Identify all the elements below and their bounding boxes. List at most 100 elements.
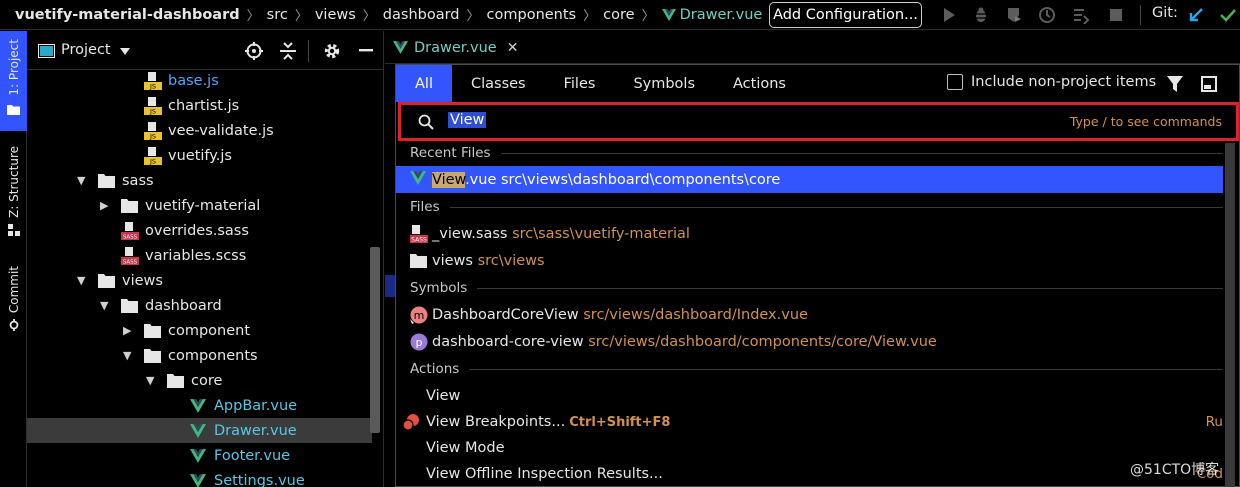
expanded-arrow-icon[interactable]: ▼ (77, 174, 85, 187)
js-file-icon: JS (144, 122, 162, 140)
shortcut-label: Ctrl+Shift+F8 (569, 414, 671, 430)
result-file[interactable]: SASS _view.sass src\sass\vuetify-materia… (396, 220, 1223, 247)
tree-item[interactable]: JS vee-validate.js (27, 118, 372, 143)
result-path: src/views/dashboard/Index.vue (583, 306, 808, 323)
include-non-project-toggle[interactable]: Include non-project items (947, 74, 1156, 90)
project-scrollbar-thumb[interactable] (370, 247, 380, 433)
filter-icon[interactable] (1167, 76, 1183, 93)
collapse-all-icon[interactable] (280, 42, 296, 60)
folder-icon (144, 324, 161, 338)
tree-item[interactable]: ▶ vuetify-material (27, 193, 372, 218)
commit-tool-label: Commit (6, 266, 21, 314)
close-icon[interactable]: ✕ (507, 40, 519, 56)
tab-actions[interactable]: Actions (714, 65, 805, 102)
gear-icon[interactable] (323, 42, 341, 60)
tree-item[interactable]: SASS variables.scss (27, 243, 372, 268)
tree-item[interactable]: ▼ sass (27, 168, 372, 193)
breadcrumb-separator: 〉 (466, 9, 480, 24)
result-action[interactable]: View Offline Inspection Results... Cod (396, 460, 1223, 487)
result-file[interactable]: views src\views (396, 247, 1223, 274)
tree-item[interactable]: ▼ dashboard (27, 293, 372, 318)
structure-tool-label: Z: Structure (6, 146, 21, 218)
search-input[interactable]: View (448, 112, 487, 128)
expanded-arrow-icon[interactable]: ▼ (100, 299, 108, 312)
project-tool-label: 1: Project (6, 39, 21, 96)
section-files: Files (410, 199, 1223, 215)
results-scrollbar[interactable] (1225, 143, 1235, 487)
result-name: dashboard-core-view (432, 333, 584, 350)
structure-tool-tab[interactable]: Z: Structure (0, 146, 27, 246)
breadcrumb-core[interactable]: core (603, 7, 634, 23)
tree-item[interactable]: JS chartist.js (27, 93, 372, 118)
tree-item[interactable]: SASS overrides.sass (27, 218, 372, 243)
result-action[interactable]: View (396, 382, 1223, 409)
tab-symbols[interactable]: Symbols (614, 65, 714, 102)
result-action[interactable]: View Mode (396, 434, 1223, 461)
tab-classes[interactable]: Classes (452, 65, 545, 102)
editor-tab-label: Drawer.vue (414, 39, 497, 56)
minimize-icon[interactable] (359, 49, 373, 53)
search-hint: Type / to see commands (1069, 114, 1222, 129)
breadcrumb-separator: 〉 (362, 9, 376, 24)
tree-item[interactable]: JS vuetify.js (27, 143, 372, 168)
tab-all[interactable]: All (396, 65, 452, 102)
project-panel-title[interactable]: Project (61, 42, 111, 58)
result-action[interactable]: View Breakpoints... Ctrl+Shift+F8 Ru (396, 408, 1223, 435)
breadcrumb-project[interactable]: vuetify-material-dashboard (15, 7, 240, 23)
tree-item[interactable]: Drawer.vue (27, 418, 372, 443)
editor-tab-drawer[interactable]: Drawer.vue ✕ (393, 31, 518, 64)
debug-icon[interactable] (972, 6, 990, 24)
tree-item-label: vuetify-material (145, 197, 261, 214)
result-recent-file[interactable]: View.vue src\views\dashboard\components\… (396, 166, 1223, 193)
breadcrumb-views[interactable]: views (315, 7, 356, 23)
folder-icon (144, 349, 161, 363)
expanded-arrow-icon[interactable]: ▼ (77, 274, 85, 287)
profile-icon[interactable] (1038, 6, 1056, 24)
tree-item[interactable]: ▶ component (27, 318, 372, 343)
tree-item-label: Settings.vue (214, 472, 305, 487)
include-non-project-checkbox[interactable] (947, 74, 963, 90)
tree-item[interactable]: ▼ components (27, 343, 372, 368)
breadcrumb-components[interactable]: components (487, 7, 577, 23)
breadcrumb-src[interactable]: src (267, 7, 288, 23)
build-icon[interactable] (1072, 6, 1090, 24)
locate-icon[interactable] (245, 42, 263, 60)
coverage-icon[interactable] (1005, 6, 1023, 24)
open-in-tool-window-icon[interactable] (1201, 76, 1217, 92)
breadcrumb-file-label: Drawer.vue (679, 6, 763, 23)
tree-item[interactable]: Footer.vue (27, 443, 372, 468)
chevron-down-icon[interactable] (120, 48, 130, 56)
tree-item-label: components (168, 347, 258, 364)
result-symbol[interactable]: m DashboardCoreView src/views/dashboard/… (396, 301, 1223, 328)
include-non-project-label: Include non-project items (971, 74, 1157, 90)
commit-icon (9, 319, 18, 332)
commit-tool-tab[interactable]: Commit (0, 266, 27, 346)
svg-text:SASS: SASS (411, 237, 427, 244)
folder-icon (98, 274, 115, 288)
git-update-icon[interactable] (1187, 6, 1205, 24)
breadcrumb-dashboard[interactable]: dashboard (383, 7, 460, 23)
collapsed-arrow-icon[interactable]: ▶ (100, 199, 108, 212)
result-name: View Mode (426, 439, 505, 456)
tree-item-label: component (168, 322, 251, 339)
tree-item[interactable]: AppBar.vue (27, 393, 372, 418)
breadcrumb-file[interactable]: Drawer.vue (661, 6, 763, 23)
tree-item[interactable]: JS base.js (27, 68, 372, 93)
result-symbol[interactable]: p dashboard-core-view src/views/dashboar… (396, 328, 1223, 355)
tree-item[interactable]: ▼ core (27, 368, 372, 393)
project-tool-tab[interactable]: 1: Project (0, 31, 27, 131)
result-name: View (426, 387, 461, 404)
stop-icon[interactable] (1107, 6, 1125, 24)
tree-item[interactable]: Settings.vue (27, 468, 372, 487)
add-configuration-button[interactable]: Add Configuration... (769, 2, 922, 28)
collapsed-arrow-icon[interactable]: ▶ (123, 324, 131, 337)
expanded-arrow-icon[interactable]: ▼ (146, 374, 154, 387)
run-icon[interactable] (940, 6, 958, 24)
expanded-arrow-icon[interactable]: ▼ (123, 349, 131, 362)
git-commit-icon[interactable] (1219, 6, 1237, 24)
tab-files[interactable]: Files (545, 65, 615, 102)
tree-item[interactable]: ▼ views (27, 268, 372, 293)
svg-text:p: p (416, 336, 423, 349)
breadcrumb-separator: 〉 (294, 9, 308, 24)
tree-item-label: dashboard (145, 297, 222, 314)
